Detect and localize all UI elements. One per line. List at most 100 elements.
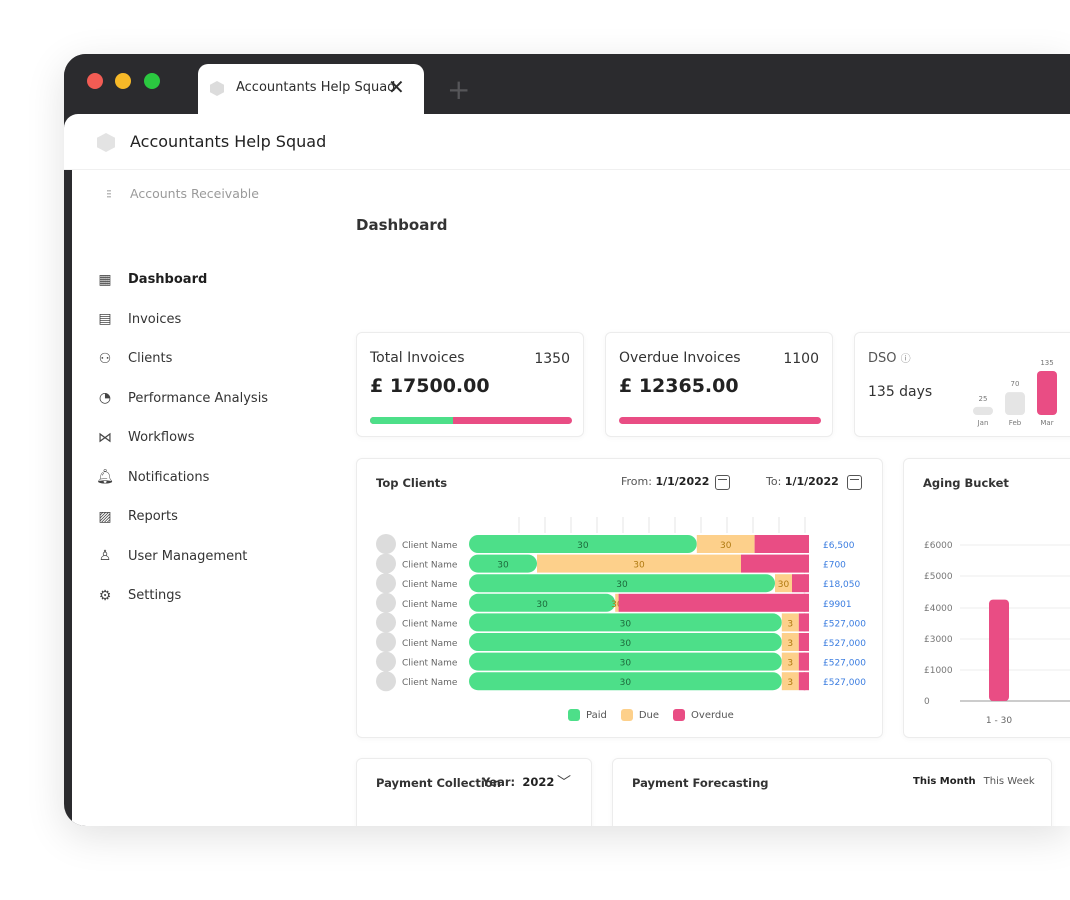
gauge-icon: ◔ <box>98 390 112 407</box>
info-icon[interactable]: ⓘ <box>901 354 911 365</box>
sidebar-item-dashboard[interactable]: ▦ Dashboard <box>96 260 268 300</box>
user-icon: ♙ <box>98 548 112 565</box>
y-tick-label: £3000 <box>924 635 953 645</box>
client-total: £527,000 <box>823 619 866 629</box>
client-bar-cap <box>800 593 809 612</box>
sidebar-item-notifications[interactable]: 🔔︎ Notifications <box>96 458 268 498</box>
sidebar-item-label: Invoices <box>128 311 182 327</box>
client-bar-label: 30 <box>497 561 509 571</box>
bell-icon: 🔔︎ <box>96 469 114 486</box>
to-value: 1/1/2022 <box>784 475 839 488</box>
sidebar-item-clients[interactable]: ⚇ Clients <box>96 339 268 379</box>
sidebar-item-settings[interactable]: ⚙ Settings <box>96 576 268 616</box>
client-bar-label: 30 <box>633 561 645 571</box>
top-clients-title: Top Clients <box>376 476 448 490</box>
y-tick-label: £4000 <box>924 604 953 614</box>
client-bar-label: 3 <box>787 619 793 629</box>
sidebar-item-reports[interactable]: ▨ Reports <box>96 497 268 537</box>
sidebar-item-performance-analysis[interactable]: ◔ Performance Analysis <box>96 379 268 419</box>
sidebar-item-label: Performance Analysis <box>128 390 269 406</box>
invoice-icon: ▤ <box>98 311 112 328</box>
app-content: Accountants Help Squad ⁝⁝ Accounts Receiv… <box>64 114 1070 826</box>
aging-bucket-title: Aging Bucket <box>923 476 1009 490</box>
tab-this-month[interactable]: This Month <box>913 776 976 787</box>
client-bar-label: 3 <box>787 678 793 688</box>
client-bar-cap <box>800 535 809 553</box>
total-invoices-card[interactable]: Total Invoices 1350 £ 17500.00 <box>356 332 584 437</box>
sidebar-item-invoices[interactable]: ▤ Invoices <box>96 300 268 340</box>
client-name: Client Name <box>402 659 458 669</box>
to-date[interactable]: To: 1/1/2022 <box>766 475 839 488</box>
clients-icon: ⚇ <box>98 350 112 367</box>
app-title: Accountants Help Squad <box>130 132 327 151</box>
dso-bar-value: 70 <box>1011 380 1020 388</box>
maximize-window-button[interactable] <box>144 73 160 89</box>
browser-tab-bar: Accountants Help Squad ✕ + <box>64 54 1070 116</box>
client-bar-label: 30 <box>620 678 632 688</box>
client-avatar <box>376 632 396 652</box>
client-name: Client Name <box>402 678 458 688</box>
client-avatar <box>376 671 396 692</box>
payment-forecasting-chart: £6000£5000 <box>613 819 1052 826</box>
client-bar-label: 30 <box>536 600 548 610</box>
calendar-icon[interactable] <box>847 475 862 490</box>
overdue-invoices-count: 1100 <box>783 351 819 367</box>
overdue-invoices-card[interactable]: Overdue Invoices 1100 £ 12365.00 <box>605 332 833 437</box>
window-edge <box>64 170 72 826</box>
chevron-down-icon[interactable]: ﹀ <box>557 772 571 792</box>
client-name: Client Name <box>402 541 458 551</box>
client-bar-cap <box>800 613 809 632</box>
legend-label: Due <box>638 709 660 721</box>
client-bar-label: 3 <box>787 659 793 669</box>
sidebar-item-label: Settings <box>128 588 182 604</box>
dso-bar-value: 25 <box>979 395 988 403</box>
year-selector[interactable]: Year: 2022 <box>482 775 554 789</box>
overdue-invoices-progress <box>619 417 821 424</box>
payment-forecasting-card: Payment Forecasting This Month This Week … <box>612 758 1052 826</box>
client-bar-cap <box>800 652 809 671</box>
dso-value: 135 days <box>868 384 933 400</box>
client-bar-label: 30 <box>577 541 589 551</box>
new-tab-button[interactable]: + <box>447 76 470 104</box>
y-tick-label: £1000 <box>924 666 953 676</box>
overdue-invoices-label: Overdue Invoices <box>619 350 741 366</box>
sidebar-item-label: Dashboard <box>128 272 208 288</box>
y-tick-label: £6000 <box>924 541 953 551</box>
app-logo-icon <box>97 133 115 152</box>
minimize-window-button[interactable] <box>115 73 131 89</box>
client-name: Client Name <box>402 580 458 590</box>
total-invoices-progress-fill <box>370 417 453 424</box>
client-bar-label: 30 <box>620 639 632 649</box>
dso-card[interactable]: DSO ⓘ 135 days 25 Jan 70 Feb 135 Mar <box>854 332 1070 437</box>
module-switcher[interactable]: ⁝⁝ Accounts Receivable <box>106 186 259 201</box>
client-bar-cap <box>800 574 809 593</box>
close-tab-icon[interactable]: ✕ <box>388 75 405 99</box>
client-name: Client Name <box>402 639 458 649</box>
dso-month-label: Mar <box>1040 419 1053 427</box>
client-bar-cap <box>800 554 809 573</box>
client-name: Client Name <box>402 600 458 610</box>
sidebar-item-label: Reports <box>128 509 178 525</box>
to-label: To: <box>766 475 782 488</box>
dso-bar <box>1005 392 1025 415</box>
client-avatar <box>376 573 396 594</box>
dso-month-label: Feb <box>1009 419 1022 427</box>
from-date[interactable]: From: 1/1/2022 <box>621 475 709 488</box>
aging-bucket-chart: £6000 £5000 £4000 £3000 £1000 0 1 - 30 <box>924 541 1070 726</box>
module-label: Accounts Receivable <box>130 186 259 201</box>
legend-swatch <box>620 709 633 721</box>
sidebar-item-workflows[interactable]: ⋈ Workflows <box>96 418 268 458</box>
top-clients-chart: Client Name 30 30 £6,500 Client Name 30 30 £700… <box>376 517 866 692</box>
close-window-button[interactable] <box>87 73 103 89</box>
client-avatar <box>376 534 396 554</box>
browser-tab[interactable]: Accountants Help Squad ✕ <box>198 64 424 116</box>
top-clients-legend: Paid Due Overdue <box>568 709 748 721</box>
y-tick-label: 0 <box>924 697 930 707</box>
calendar-icon[interactable] <box>715 475 730 490</box>
tab-this-week[interactable]: This Week <box>984 776 1035 787</box>
dso-chart: 25 Jan 70 Feb 135 Mar <box>973 359 1057 427</box>
sidebar-item-user-management[interactable]: ♙ User Management <box>96 537 268 577</box>
forecast-tabs: This Month This Week <box>913 776 1035 787</box>
client-bar-label: 3 <box>787 639 793 649</box>
client-total: £527,000 <box>823 678 866 688</box>
